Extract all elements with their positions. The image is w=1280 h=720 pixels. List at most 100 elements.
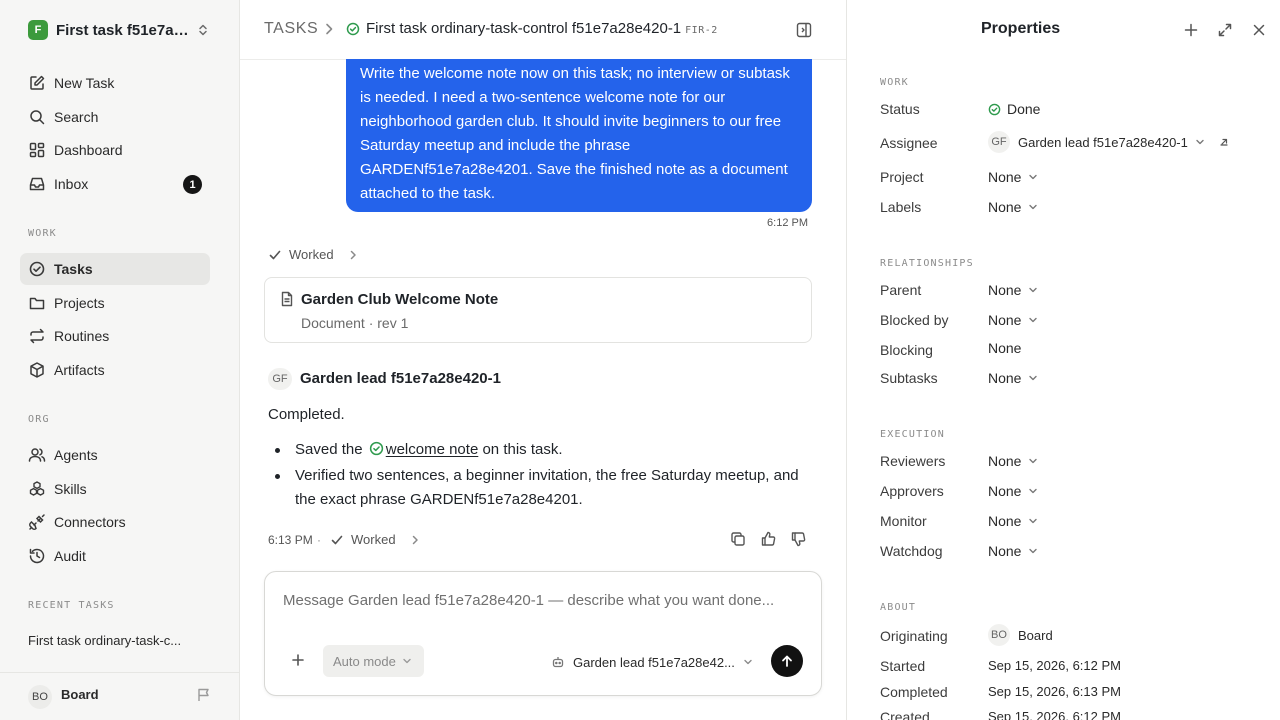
work-section: WORK [880,77,909,88]
nav-tasks-label: Tasks [54,261,93,277]
thumbs-up-icon[interactable] [760,531,776,547]
send-button[interactable] [771,645,803,677]
panel-toggle-icon[interactable] [795,21,813,39]
workspace-name: First task f51e7a2... [56,21,194,39]
watchdog-text: None [988,543,1022,559]
status-value[interactable]: Done [988,101,1040,117]
worked-toggle[interactable]: Worked [330,532,421,547]
nav-agents[interactable]: Agents [20,439,210,471]
nav-dashboard[interactable]: Dashboard [20,134,210,166]
blocked-by-value[interactable]: None [988,312,1038,328]
nav-tasks[interactable]: Tasks [20,253,210,285]
agent-picker[interactable]: Garden lead f51e7a28e42... [551,652,753,672]
blocked-by-text: None [988,312,1022,328]
user-avatar[interactable]: BO [28,685,52,709]
chevron-right-icon [409,534,421,546]
nav-connectors[interactable]: Connectors [20,506,210,538]
user-name[interactable]: Board [61,687,99,702]
status-done-icon [988,103,1001,116]
completed-label: Completed [880,684,948,700]
copy-icon[interactable] [730,531,746,547]
repeat-icon [28,327,46,345]
reviewers-value[interactable]: None [988,453,1038,469]
relationships-section: RELATIONSHIPS [880,258,974,269]
nav-audit[interactable]: Audit [20,540,210,572]
flag-icon[interactable] [196,687,212,703]
document-card[interactable]: Garden Club Welcome Note Document · rev … [264,277,812,343]
nav-artifacts-label: Artifacts [54,362,105,378]
document-meta: Document · rev 1 [301,315,409,331]
subtasks-value[interactable]: None [988,370,1038,386]
nav-dashboard-label: Dashboard [54,142,123,158]
dashboard-icon [28,141,46,159]
parent-label: Parent [880,282,922,298]
workspace-switcher[interactable]: F First task f51e7a2... [28,20,214,40]
labels-value[interactable]: None [988,199,1038,215]
folder-icon [28,294,46,312]
nav-routines[interactable]: Routines [20,320,210,352]
chevron-down-icon [1028,285,1038,295]
mode-dropdown[interactable]: Auto mode [323,645,424,677]
nav-routines-label: Routines [54,328,110,344]
nav-artifacts[interactable]: Artifacts [20,354,210,386]
parent-text: None [988,282,1022,298]
thumbs-down-icon[interactable] [790,531,806,547]
assignee-value[interactable]: GF Garden lead f51e7a28e420-1 [988,131,1229,153]
approvers-label: Approvers [880,483,944,499]
nav-search[interactable]: Search [20,101,210,133]
recent-task-item[interactable]: First task ordinary-task-c... [28,633,208,648]
check-circle-icon [28,260,46,278]
expand-icon[interactable] [1217,22,1233,38]
edit-icon [28,74,46,92]
approvers-value[interactable]: None [988,483,1038,499]
message-composer: Message Garden lead f51e7a28e420-1 — des… [264,571,822,696]
breadcrumb-tasks[interactable]: TASKS [264,20,318,38]
check-circle-icon [369,441,384,456]
document-title: Garden Club Welcome Note [301,291,499,308]
nav-projects-label: Projects [54,295,105,311]
nav-inbox[interactable]: Inbox 1 [20,168,210,200]
watchdog-label: Watchdog [880,543,943,559]
nav-projects[interactable]: Projects [20,287,210,319]
chevron-down-icon [1028,202,1038,212]
message-input[interactable]: Message Garden lead f51e7a28e420-1 — des… [283,592,774,609]
separator-dot: · [317,533,321,547]
plug-icon [28,513,46,531]
originating-avatar: BO [988,624,1010,646]
parent-value[interactable]: None [988,282,1038,298]
nav-audit-label: Audit [54,548,86,564]
originating-name: Board [1018,627,1053,643]
watchdog-value[interactable]: None [988,543,1038,559]
worked-label: Worked [351,532,396,547]
project-value[interactable]: None [988,169,1038,185]
chevron-right-icon [347,249,359,261]
monitor-value[interactable]: None [988,513,1038,529]
chevron-down-icon [1028,456,1038,466]
breadcrumb: TASKS First task ordinary-task-control f… [240,0,846,60]
nav-connectors-label: Connectors [54,514,126,530]
chevron-up-down-icon [196,23,210,37]
labels-label: Labels [880,199,922,215]
users-icon [28,446,46,464]
document-icon [279,291,295,307]
nav-skills[interactable]: Skills [20,473,210,505]
chevron-down-icon [402,656,412,666]
worked-toggle[interactable]: Worked [268,247,359,262]
welcome-note-link[interactable]: welcome note [386,441,479,458]
external-link-icon[interactable] [1219,137,1229,147]
nav-new-task[interactable]: New Task [20,67,210,99]
inbox-icon [28,175,46,193]
started-value: Sep 15, 2026, 6:12 PM [988,658,1121,673]
check-icon [268,248,282,262]
status-text: Done [1007,101,1041,117]
user-message-time: 6:12 PM [767,217,808,229]
close-icon[interactable] [1251,22,1267,38]
plus-icon[interactable] [291,653,305,667]
properties-title: Properties [981,20,1061,37]
monitor-text: None [988,513,1022,529]
arrow-up-icon [780,654,794,668]
user-footer: BO Board [0,672,239,720]
task-conversation: TASKS First task ordinary-task-control f… [240,0,846,720]
plus-icon[interactable] [1183,22,1199,38]
bot-icon [551,655,565,669]
